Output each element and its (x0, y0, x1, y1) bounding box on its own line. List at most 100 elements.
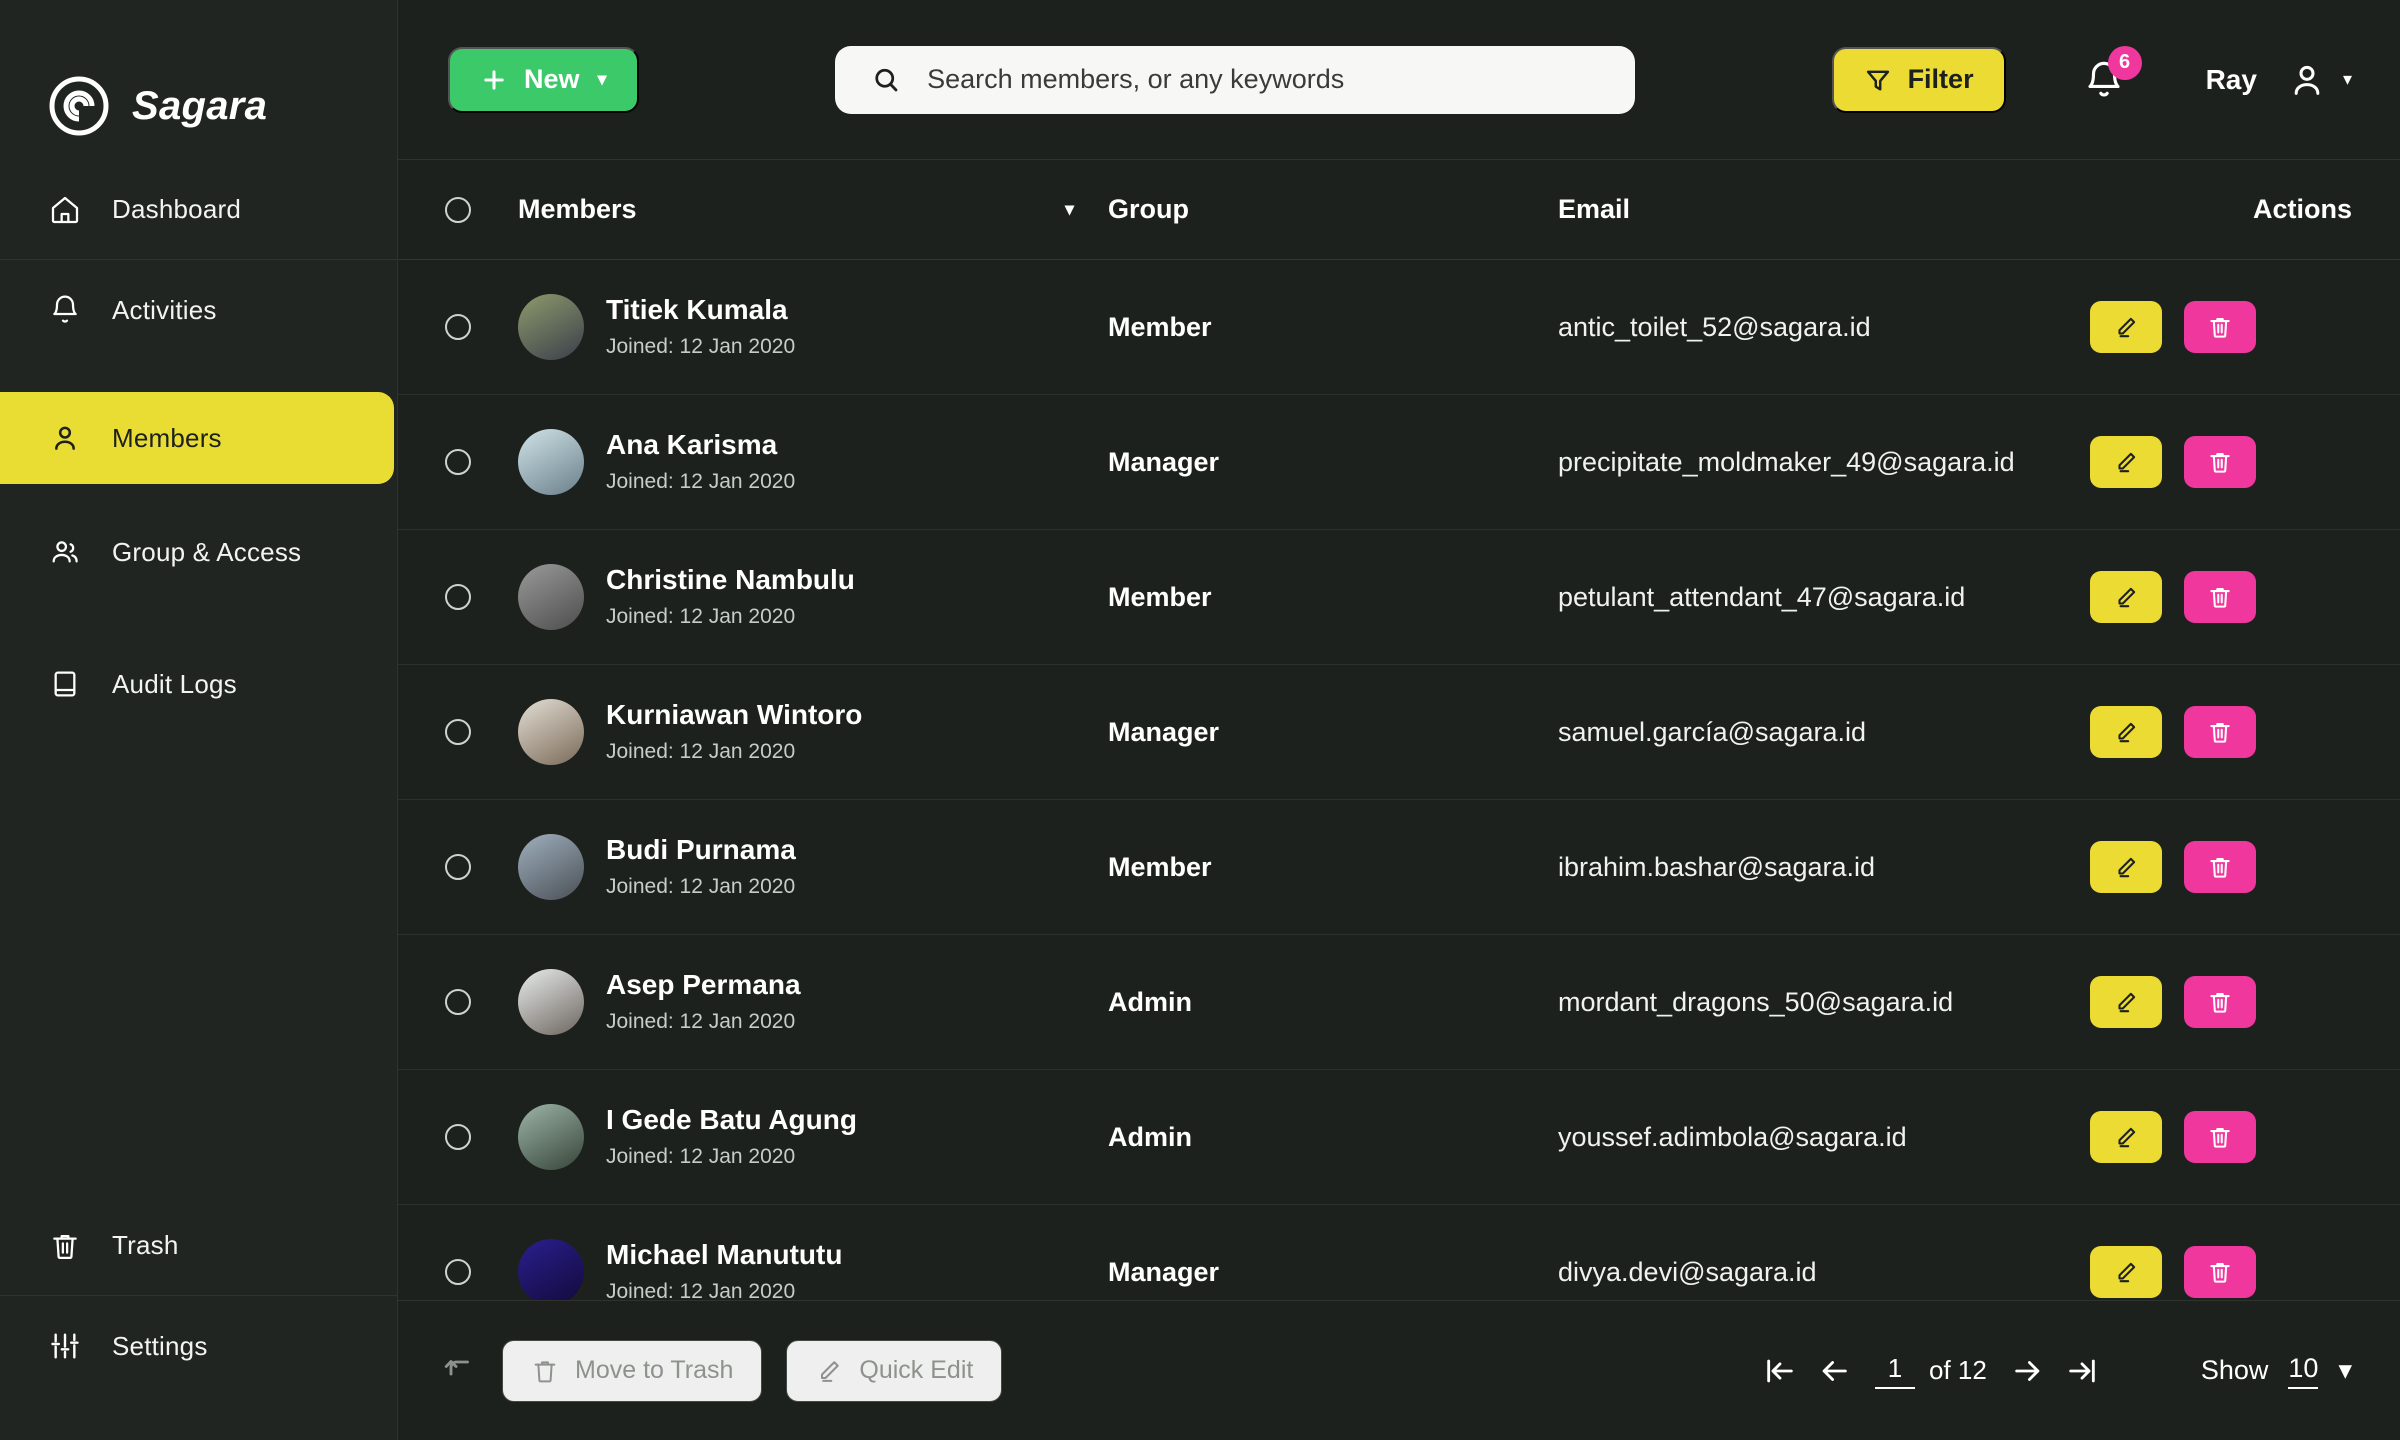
edit-row-button[interactable] (2090, 841, 2162, 893)
chevron-down-icon[interactable]: ▾ (2343, 69, 2352, 90)
sidebar-item-label: Dashboard (112, 194, 241, 224)
first-page-icon[interactable] (1753, 1349, 1807, 1393)
users-icon (48, 535, 82, 569)
table-row[interactable]: Kurniawan Wintoro Joined: 12 Jan 2020 Mana… (398, 665, 2400, 800)
row-checkbox[interactable] (398, 1259, 518, 1285)
column-header-group[interactable]: Group (1108, 194, 1558, 225)
edit-row-button[interactable] (2090, 1246, 2162, 1298)
member-joined: Joined: 12 Jan 2020 (606, 739, 796, 763)
member-text: Titiek Kumala Joined: 12 Jan 2020 (606, 294, 795, 359)
member-cell: Titiek Kumala Joined: 12 Jan 2020 (518, 294, 1108, 360)
sort-chevron-down-icon[interactable]: ▾ (1065, 199, 1074, 220)
table-row[interactable]: Budi Purnama Joined: 12 Jan 2020 Member ibr… (398, 800, 2400, 935)
row-checkbox[interactable] (398, 719, 518, 745)
row-checkbox[interactable] (398, 854, 518, 880)
search-input[interactable]: Search members, or any keywords (835, 45, 1636, 114)
search-placeholder: Search members, or any keywords (927, 64, 1345, 94)
group-cell: Admin (1108, 986, 1192, 1017)
new-button[interactable]: New ▾ (448, 46, 639, 113)
quick-edit-button[interactable]: Quick Edit (786, 1339, 1003, 1402)
delete-row-button[interactable] (2184, 706, 2256, 758)
prev-page-icon[interactable] (1807, 1349, 1861, 1393)
row-checkbox[interactable] (398, 989, 518, 1015)
select-all-checkbox[interactable] (398, 196, 518, 223)
bell-icon (48, 293, 82, 327)
table-row[interactable]: Michael Manututu Joined: 12 Jan 2020 Manag… (398, 1205, 2400, 1300)
notifications-button[interactable]: 6 (2076, 45, 2142, 110)
column-header-members[interactable]: Members ▾ (518, 194, 1108, 225)
table-row[interactable]: Ana Karisma Joined: 12 Jan 2020 Manager pre… (398, 395, 2400, 530)
column-header-email[interactable]: Email (1558, 194, 2090, 225)
delete-row-button[interactable] (2184, 976, 2256, 1028)
notification-badge: 6 (2107, 45, 2142, 80)
table-row[interactable]: I Gede Batu Agung Joined: 12 Jan 2020 Admi… (398, 1070, 2400, 1205)
rows-per-page-value[interactable]: 10 (2288, 1353, 2319, 1389)
row-actions (2090, 571, 2400, 623)
sidebar-item-dashboard[interactable]: Dashboard (0, 160, 397, 260)
row-checkbox[interactable] (398, 1124, 518, 1150)
avatar (518, 294, 584, 360)
show-label: Show (2200, 1355, 2269, 1385)
move-to-trash-button[interactable]: Move to Trash (502, 1339, 763, 1402)
brand: Sagara (0, 0, 397, 160)
avatar (518, 429, 584, 495)
sidebar-item-label: Members (112, 422, 222, 453)
table-row[interactable]: Christine Nambulu Joined: 12 Jan 2020 Memb… (398, 530, 2400, 665)
member-joined: Joined: 12 Jan 2020 (606, 604, 796, 628)
funnel-icon (1864, 66, 1892, 94)
table-row[interactable]: Titiek Kumala Joined: 12 Jan 2020 Member an… (398, 260, 2400, 395)
row-checkbox[interactable] (398, 314, 518, 340)
top-bar: New ▾ Search members, or any keywords Fi… (398, 0, 2400, 160)
delete-row-button[interactable] (2184, 301, 2256, 353)
delete-row-button[interactable] (2184, 571, 2256, 623)
row-actions (2090, 301, 2400, 353)
sidebar-item-label: Activities (112, 294, 217, 325)
email-cell: youssef.adimbola@sagara.id (1558, 1121, 1907, 1152)
move-to-trash-label: Move to Trash (575, 1356, 734, 1384)
bulk-actions: Move to Trash Quick Edit (442, 1339, 1003, 1402)
row-checkbox[interactable] (398, 449, 518, 475)
row-checkbox[interactable] (398, 584, 518, 610)
delete-row-button[interactable] (2184, 841, 2256, 893)
delete-row-button[interactable] (2184, 1246, 2256, 1298)
member-cell: Kurniawan Wintoro Joined: 12 Jan 2020 (518, 699, 1108, 765)
sliders-icon (48, 1329, 82, 1363)
edit-row-button[interactable] (2090, 301, 2162, 353)
last-page-icon[interactable] (2055, 1349, 2109, 1393)
avatar (518, 969, 584, 1035)
row-actions (2090, 1246, 2400, 1298)
sidebar-item-trash[interactable]: Trash (0, 1196, 397, 1296)
checkbox-circle-icon (445, 719, 471, 745)
edit-row-button[interactable] (2090, 706, 2162, 758)
member-cell: Budi Purnama Joined: 12 Jan 2020 (518, 834, 1108, 900)
edit-row-button[interactable] (2090, 976, 2162, 1028)
member-joined: Joined: 12 Jan 2020 (606, 469, 796, 493)
chevron-down-icon[interactable]: ▾ (2338, 1355, 2352, 1386)
delete-row-button[interactable] (2184, 436, 2256, 488)
member-name: Budi Purnama (606, 834, 796, 866)
person-icon[interactable] (2287, 60, 2327, 100)
undo-arrow-icon[interactable] (442, 1353, 478, 1389)
sidebar-item-members[interactable]: Members (0, 392, 394, 484)
edit-row-button[interactable] (2090, 436, 2162, 488)
edit-row-button[interactable] (2090, 1111, 2162, 1163)
spiral-logo-icon (48, 75, 110, 137)
filter-button[interactable]: Filter (1831, 46, 2006, 113)
sidebar-item-settings[interactable]: Settings (0, 1296, 397, 1396)
sidebar-item-activities[interactable]: Activities (0, 260, 397, 360)
table-row[interactable]: Asep Permana Joined: 12 Jan 2020 Admin mord… (398, 935, 2400, 1070)
edit-row-button[interactable] (2090, 571, 2162, 623)
member-joined: Joined: 12 Jan 2020 (606, 1144, 796, 1168)
checkbox-circle-icon (445, 989, 471, 1015)
sidebar-item-audit-logs[interactable]: Audit Logs (0, 634, 397, 734)
current-page-input[interactable]: 1 (1875, 1353, 1916, 1389)
email-cell: divya.devi@sagara.id (1558, 1256, 1817, 1287)
checkbox-circle-icon (445, 196, 471, 223)
member-name: Ana Karisma (606, 429, 778, 461)
new-button-label: New (524, 64, 580, 94)
sidebar-item-group-access[interactable]: Group & Access (0, 502, 397, 602)
next-page-icon[interactable] (2001, 1349, 2055, 1393)
member-joined: Joined: 12 Jan 2020 (606, 874, 796, 898)
delete-row-button[interactable] (2184, 1111, 2256, 1163)
